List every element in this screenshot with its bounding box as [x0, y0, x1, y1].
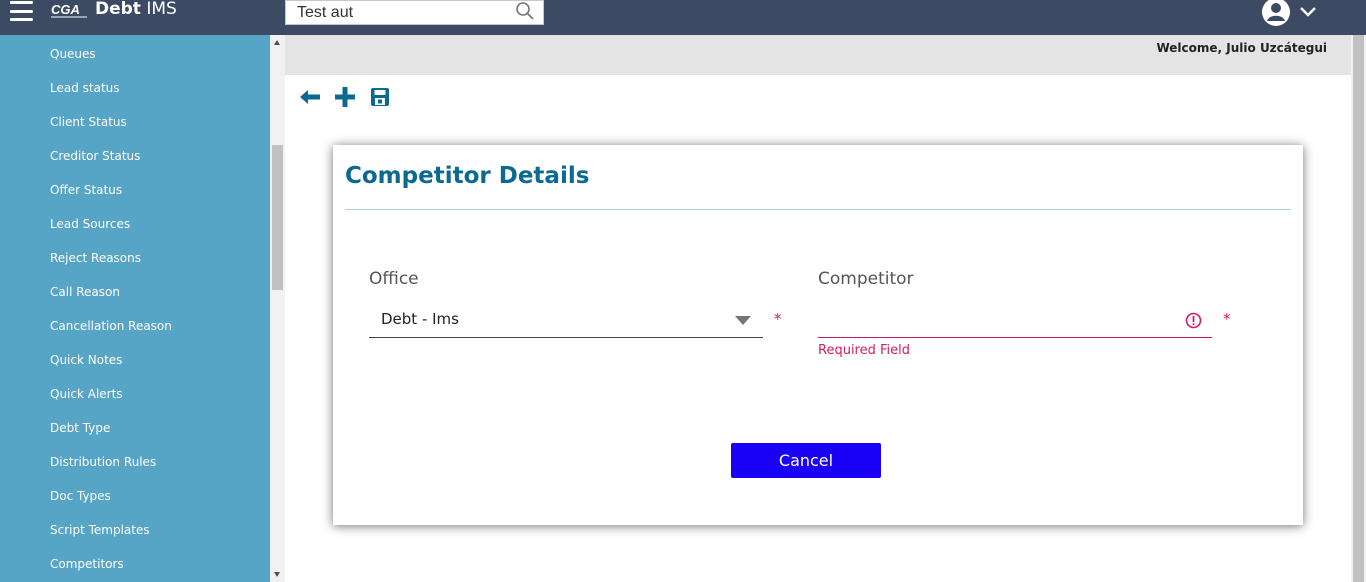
svg-text:CGA: CGA — [51, 2, 80, 17]
competitor-input[interactable] — [818, 303, 1178, 336]
error-icon — [1185, 312, 1202, 329]
hamburger-menu-icon[interactable] — [10, 1, 33, 21]
sidebar-item-script-templates[interactable]: Script Templates — [50, 523, 150, 543]
sidebar-item-offer-status[interactable]: Offer Status — [50, 183, 122, 203]
sidebar-item-competitors[interactable]: Competitors — [50, 557, 124, 577]
app-title-bold: Debt — [95, 0, 141, 19]
cancel-button[interactable]: Cancel — [731, 443, 881, 478]
sidebar-item-creditor-status[interactable]: Creditor Status — [50, 149, 140, 169]
top-bar: CGA Debt IMS — [0, 0, 1366, 35]
welcome-text: Welcome, Julio Uzcátegui — [1156, 41, 1327, 55]
chevron-down-icon[interactable] — [1299, 5, 1317, 19]
sidebar-item-lead-sources[interactable]: Lead Sources — [50, 217, 130, 237]
competitor-label: Competitor — [818, 269, 914, 289]
office-select[interactable]: Debt - Ims — [369, 303, 763, 338]
add-icon[interactable] — [334, 86, 356, 108]
cga-logo: CGA — [51, 2, 87, 18]
scrollbar-thumb[interactable] — [1353, 35, 1364, 582]
card-divider — [345, 209, 1291, 210]
sidebar-item-client-status[interactable]: Client Status — [50, 115, 127, 135]
sidebar-item-quick-notes[interactable]: Quick Notes — [50, 353, 122, 373]
sidebar-item-distribution-rules[interactable]: Distribution Rules — [50, 455, 156, 475]
search-icon[interactable] — [515, 1, 535, 21]
sidebar-item-lead-status[interactable]: Lead status — [50, 81, 120, 101]
sidebar: Queues Lead status Client Status Credito… — [0, 35, 270, 582]
scrollbar-thumb[interactable] — [272, 145, 283, 290]
sidebar-item-debt-type[interactable]: Debt Type — [50, 421, 110, 441]
app-title-rest: IMS — [140, 0, 177, 19]
office-selected-value: Debt - Ims — [381, 310, 459, 328]
sidebar-item-queues[interactable]: Queues — [50, 47, 96, 67]
sidebar-item-call-reason[interactable]: Call Reason — [50, 285, 120, 305]
welcome-bar: Welcome, Julio Uzcátegui — [285, 35, 1351, 75]
user-avatar-icon[interactable] — [1261, 0, 1291, 27]
sidebar-item-cancellation-reason[interactable]: Cancellation Reason — [50, 319, 172, 339]
search-box — [285, 0, 544, 25]
required-field-error: Required Field — [818, 343, 910, 358]
back-arrow-icon[interactable] — [299, 86, 321, 108]
sidebar-item-quick-alerts[interactable]: Quick Alerts — [50, 387, 123, 407]
card-title: Competitor Details — [345, 163, 590, 189]
office-label: Office — [369, 269, 419, 289]
competitor-required-marker: * — [1223, 310, 1231, 328]
scroll-down-arrow-icon[interactable] — [274, 572, 280, 577]
scroll-up-arrow-icon[interactable] — [274, 40, 280, 45]
search-input[interactable] — [286, 1, 506, 24]
main-scrollbar[interactable] — [1351, 35, 1366, 582]
sidebar-scrollbar[interactable] — [270, 35, 285, 582]
office-required-marker: * — [774, 310, 782, 328]
save-icon[interactable] — [369, 86, 391, 108]
sidebar-item-reject-reasons[interactable]: Reject Reasons — [50, 251, 141, 271]
competitor-details-card: Competitor Details Office Debt - Ims * C… — [333, 145, 1303, 525]
competitor-field — [818, 303, 1212, 338]
dropdown-arrow-icon[interactable] — [735, 316, 751, 325]
app-title: Debt IMS — [95, 0, 177, 19]
sidebar-item-doc-types[interactable]: Doc Types — [50, 489, 111, 509]
